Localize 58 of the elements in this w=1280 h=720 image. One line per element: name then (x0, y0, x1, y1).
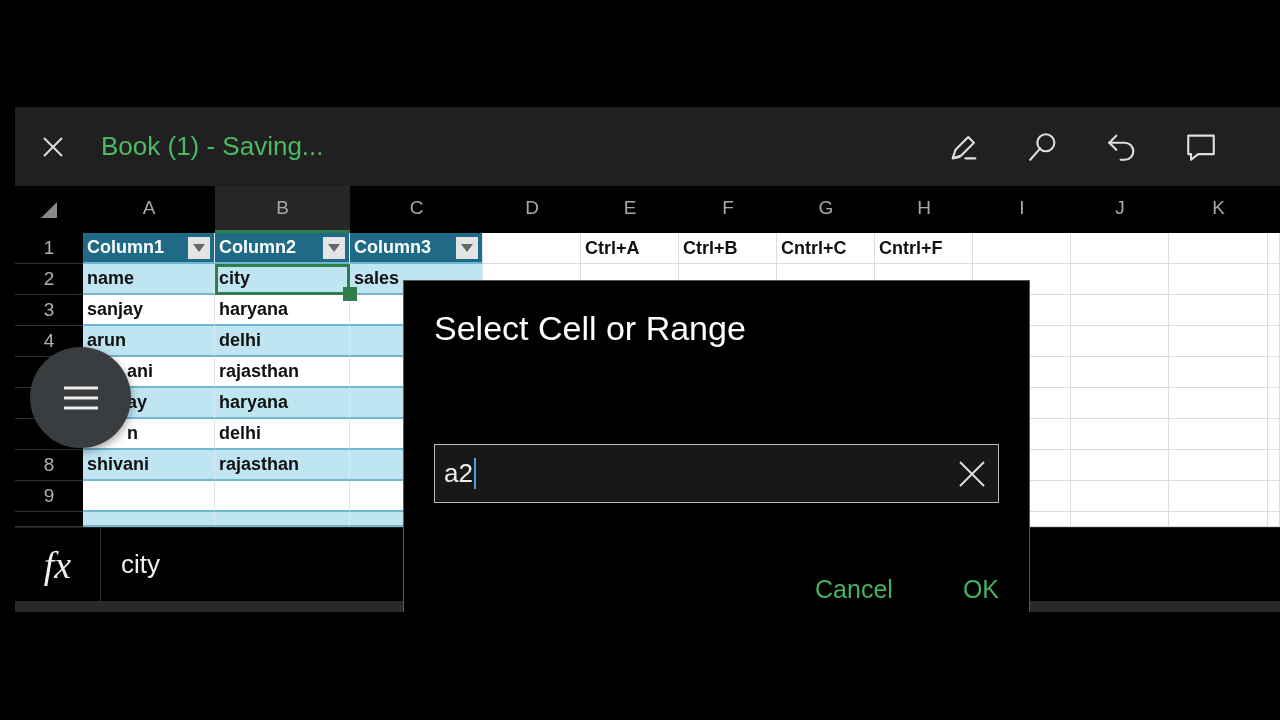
column-header[interactable]: I (973, 186, 1071, 233)
table-cell: sanjay (83, 295, 215, 326)
range-input[interactable]: a2 (434, 444, 999, 503)
dialog-button[interactable]: Cancel (815, 575, 893, 604)
table-cell: delhi (215, 419, 350, 450)
table-cell (1268, 264, 1280, 295)
column-header[interactable]: H (875, 186, 973, 233)
table-cell (1268, 357, 1280, 388)
column-header[interactable]: F (679, 186, 777, 233)
table-cell (1268, 233, 1280, 264)
column-header[interactable]: A (83, 186, 215, 233)
table-cell: shivani (83, 450, 215, 481)
table-cell (1268, 388, 1280, 419)
row-header[interactable]: 8 (15, 450, 83, 481)
table-cell: Column1 (83, 233, 215, 264)
column-header[interactable]: E (581, 186, 679, 233)
column-header[interactable]: J (1071, 186, 1169, 233)
fill-handle[interactable] (343, 287, 357, 301)
filter-button[interactable] (456, 236, 478, 259)
row-header[interactable]: 2 (15, 264, 83, 295)
table-cell: rajasthan (215, 450, 350, 481)
filter-button[interactable] (188, 236, 210, 259)
clear-icon[interactable] (958, 459, 986, 488)
close-icon[interactable] (41, 134, 65, 159)
caret-icon (328, 243, 340, 252)
table-cell (1268, 450, 1280, 481)
table-cell: rajasthan (215, 357, 350, 388)
document-title: Book (1) - Saving... (101, 131, 325, 162)
table-cell (1268, 481, 1280, 512)
table-cell (1268, 326, 1280, 357)
column-header[interactable]: G (777, 186, 875, 233)
table-cell: Cntrl+F (875, 233, 973, 264)
table-cell: delhi (215, 326, 350, 357)
dialog-title: Select Cell or Range (434, 309, 747, 348)
table-cell (1268, 419, 1280, 450)
caret-icon (193, 243, 205, 252)
filter-button[interactable] (323, 236, 345, 259)
table-cell: haryana (215, 388, 350, 419)
caret-icon (461, 243, 473, 252)
table-cell: name (83, 264, 215, 295)
formula-value[interactable]: city (121, 549, 160, 580)
menu-icon (63, 385, 98, 410)
table-cell (1268, 295, 1280, 326)
column-header[interactable]: B (215, 186, 350, 233)
column-header[interactable]: K (1169, 186, 1268, 233)
table-cell: Column2 (215, 233, 350, 264)
table-cell (1268, 512, 1280, 527)
table-cell: Column3 (350, 233, 483, 264)
table-cell: arun (83, 326, 215, 357)
row-header[interactable]: 9 (15, 481, 83, 512)
dialog-button[interactable]: OK (962, 575, 999, 604)
column-header[interactable]: C (350, 186, 483, 233)
table-cell: Ctrl+B (679, 233, 777, 264)
column-header[interactable]: D (483, 186, 581, 233)
table-cell: Cntrl+C (777, 233, 875, 264)
row-header[interactable]: 3 (15, 295, 83, 326)
table-cell: Ctrl+A (581, 233, 679, 264)
row-header[interactable]: 1 (15, 233, 83, 264)
